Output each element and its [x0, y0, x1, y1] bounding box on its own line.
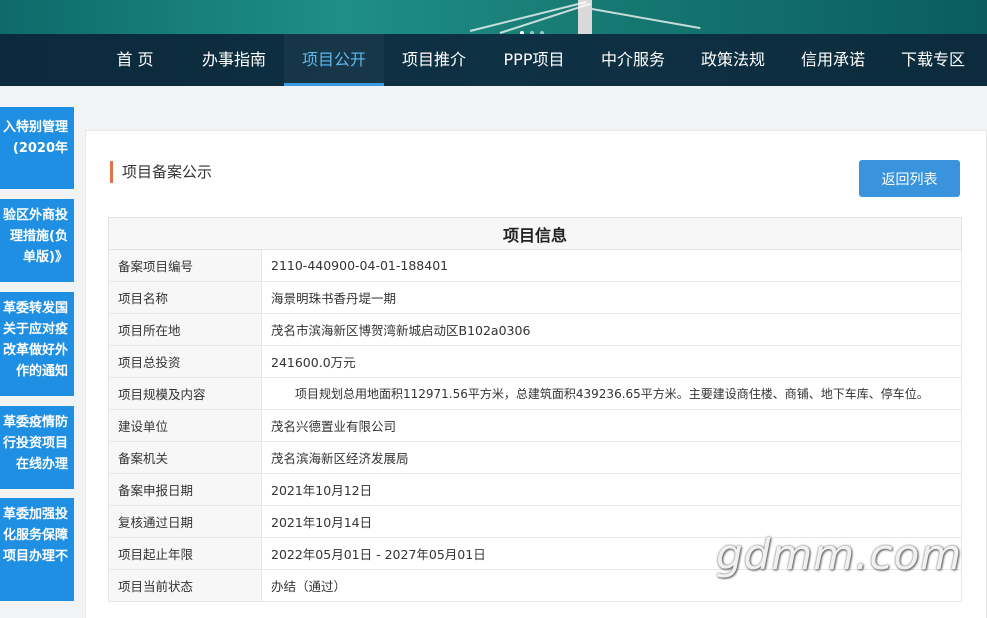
sidebar-card-2[interactable]: 验区外商投 理措施(负 单版)》 [0, 199, 74, 282]
sidebar-card-line: 单版)》 [23, 250, 68, 265]
site-watermark: gdmm.com [716, 530, 963, 579]
nav-agency[interactable]: 中介服务 [589, 34, 677, 86]
sidebar-card-line: 化服务保障 [2, 528, 68, 543]
sidebar-card-1[interactable]: 入特别管理 (2020年 [0, 107, 74, 189]
nav-ppp[interactable]: PPP项目 [490, 34, 578, 86]
row-label: 建设单位 [108, 409, 262, 442]
table-row: 备案机关 茂名滨海新区经济发展局 [108, 441, 962, 474]
table-row: 项目名称 海景明珠书香丹堤一期 [108, 281, 962, 314]
row-value: 241600.0万元 [261, 345, 962, 378]
row-label: 项目所在地 [108, 313, 262, 346]
back-to-list-button[interactable]: 返回列表 [859, 160, 960, 197]
table-row: 项目规模及内容 项目规划总用地面积112971.56平方米，总建筑面积43923… [108, 377, 962, 410]
sidebar-card-line: 关于应对疫 [2, 322, 68, 337]
row-label: 备案机关 [108, 441, 262, 474]
row-label: 项目名称 [108, 281, 262, 314]
row-label: 项目规模及内容 [108, 377, 262, 410]
table-row: 备案申报日期 2021年10月12日 [108, 473, 962, 506]
table-row: 项目总投资 241600.0万元 [108, 345, 962, 378]
row-label: 项目总投资 [108, 345, 262, 378]
row-value: 茂名滨海新区经济发展局 [261, 441, 962, 474]
main-nav: 首 页 办事指南 项目公开 项目推介 PPP项目 中介服务 政策法规 信用承诺 … [0, 34, 987, 86]
sidebar-card-line: 验区外商投 [2, 208, 68, 223]
row-label: 备案项目编号 [108, 249, 262, 282]
table-row: 建设单位 茂名兴德置业有限公司 [108, 409, 962, 442]
table-row: 项目所在地 茂名市滨海新区博贺湾新城启动区B102a0306 [108, 313, 962, 346]
sidebar-card-line: 理措施(负 [10, 229, 68, 244]
nav-guide[interactable]: 办事指南 [190, 34, 278, 86]
row-value: 2110-440900-04-01-188401 [261, 249, 962, 282]
sidebar-card-line: 改革做好外 [2, 343, 68, 358]
sidebar-card-5[interactable]: 革委加强投 化服务保障 项目办理不 [0, 498, 74, 601]
row-value: 茂名市滨海新区博贺湾新城启动区B102a0306 [261, 313, 962, 346]
nav-policy[interactable]: 政策法规 [689, 34, 777, 86]
nav-download[interactable]: 下载专区 [889, 34, 977, 86]
row-label: 复核通过日期 [108, 505, 262, 538]
top-banner [0, 0, 987, 34]
panel-title: 项目备案公示 [110, 161, 212, 183]
sidebar-card-line: 项目办理不 [2, 549, 68, 564]
nav-project-public[interactable]: 项目公开 [284, 34, 384, 86]
sidebar-card-line: 在线办理 [15, 457, 68, 472]
sidebar-card-line: 入特别管理 [2, 120, 68, 135]
row-value: 茂名兴德置业有限公司 [261, 409, 962, 442]
bridge-cable-graphic [469, 0, 587, 32]
row-label: 备案申报日期 [108, 473, 262, 506]
bridge-cable-graphic [591, 8, 701, 30]
sidebar-card-line: (2020年 [12, 141, 68, 156]
sidebar-card-4[interactable]: 革委疫情防 行投资项目 在线办理 [0, 406, 74, 489]
table-row: 备案项目编号 2110-440900-04-01-188401 [108, 249, 962, 282]
nav-credit[interactable]: 信用承诺 [789, 34, 877, 86]
sidebar-card-line: 作的通知 [15, 364, 68, 379]
row-value: 2021年10月12日 [261, 473, 962, 506]
sidebar-card-3[interactable]: 革委转发国 关于应对疫 改革做好外 作的通知 [0, 292, 74, 396]
nav-home[interactable]: 首 页 [102, 34, 168, 86]
row-value: 项目规划总用地面积112971.56平方米，总建筑面积439236.65平方米。… [261, 377, 962, 410]
nav-project-promotion[interactable]: 项目推介 [390, 34, 478, 86]
sidebar-card-line: 行投资项目 [2, 436, 68, 451]
table-caption: 项目信息 [108, 217, 962, 250]
sidebar-card-line: 革委转发国 [2, 301, 68, 316]
row-label: 项目起止年限 [108, 537, 262, 570]
row-value: 海景明珠书香丹堤一期 [261, 281, 962, 314]
sidebar-card-line: 革委疫情防 [2, 415, 68, 430]
row-value-text: 项目规划总用地面积112971.56平方米，总建筑面积439236.65平方米。… [295, 387, 929, 401]
row-label: 项目当前状态 [108, 569, 262, 602]
sidebar-card-line: 革委加强投 [2, 507, 68, 522]
